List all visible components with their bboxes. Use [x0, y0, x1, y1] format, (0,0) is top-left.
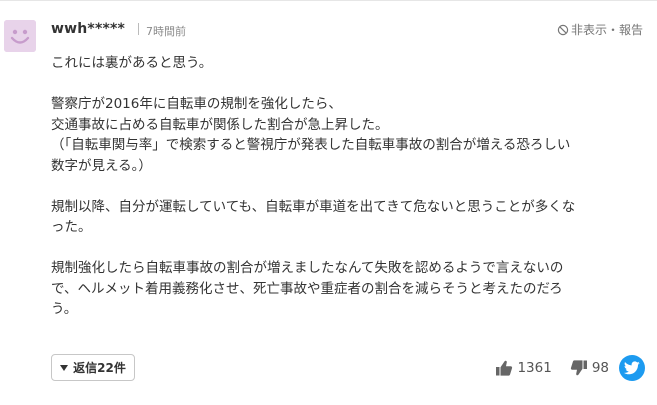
good-count: 1361 — [517, 360, 552, 376]
comment-header: wwh***** 7時間前 非表示・報告 — [51, 18, 651, 42]
paragraph: 規制以降、自分が運転していても、自転車が車道を出てきて危ないと思うことが多くな … — [51, 197, 651, 238]
good-button[interactable]: 1361 — [495, 359, 552, 377]
text-line: で、ヘルメット着用義務化させ、死亡事故や重症者の割合を減らそうと考えたのだろ — [51, 280, 563, 297]
text-line: （「自転車関与率」で検索すると警視庁が発表した自転車事故の割合が増える恐ろしい — [51, 137, 571, 153]
text-line: 警察庁が2016年に自転車の規制を強化したら、 — [51, 96, 342, 112]
post-time: 7時間前 — [146, 25, 186, 38]
paragraph: 規制強化したら自転車事故の割合が増えましたなんて失敗を認めるようで言えないの で… — [51, 258, 651, 320]
replies-toggle-button[interactable]: 返信22件 — [51, 354, 135, 381]
twitter-bird-icon — [624, 361, 640, 375]
text-line: った。 — [51, 219, 92, 235]
bad-count: 98 — [591, 360, 609, 376]
username[interactable]: wwh***** — [51, 21, 125, 37]
text-line: 数字が見える。） — [51, 157, 152, 174]
paragraph: これには裏があると思う。 — [51, 53, 651, 74]
replies-label: 返信22件 — [73, 361, 126, 375]
bad-button[interactable]: 98 — [570, 359, 609, 377]
thumbs-up-icon — [496, 360, 513, 376]
header-separator — [138, 23, 139, 35]
twitter-share-button[interactable] — [619, 355, 645, 381]
text-line: 交通事故に占める自転車が関係した割合が急上昇した。 — [51, 116, 389, 133]
paragraph: 警察庁が2016年に自転車の規制を強化したら、 交通事故に占める自転車が関係した… — [51, 94, 651, 176]
hide-report-label: 非表示・報告 — [570, 23, 643, 37]
text-line: 規制強化したら自転車事故の割合が増えましたなんて失敗を認めるようで言えないの — [51, 260, 564, 276]
text-line: 規制以降、自分が運転していても、自転車が車道を出てきて危ないと思うことが多くな — [51, 198, 576, 215]
caret-down-icon — [60, 364, 69, 371]
text-line: う。 — [51, 301, 78, 317]
user-avatar[interactable] — [4, 20, 36, 52]
prohibited-icon — [557, 24, 569, 35]
smiley-face-avatar-icon — [4, 20, 36, 52]
comment-body: これには裏があると思う。 警察庁が2016年に自転車の規制を強化したら、 交通事… — [51, 53, 651, 320]
vote-bar: 1361 98 — [495, 355, 645, 381]
top-divider — [0, 0, 657, 1]
thumbs-down-icon — [570, 360, 587, 376]
hide-report-button[interactable]: 非表示・報告 — [557, 21, 643, 38]
text-line: これには裏があると思う。 — [51, 55, 213, 71]
comment: wwh***** 7時間前 非表示・報告 これには裏があると思う。 警察庁が20… — [51, 18, 651, 320]
